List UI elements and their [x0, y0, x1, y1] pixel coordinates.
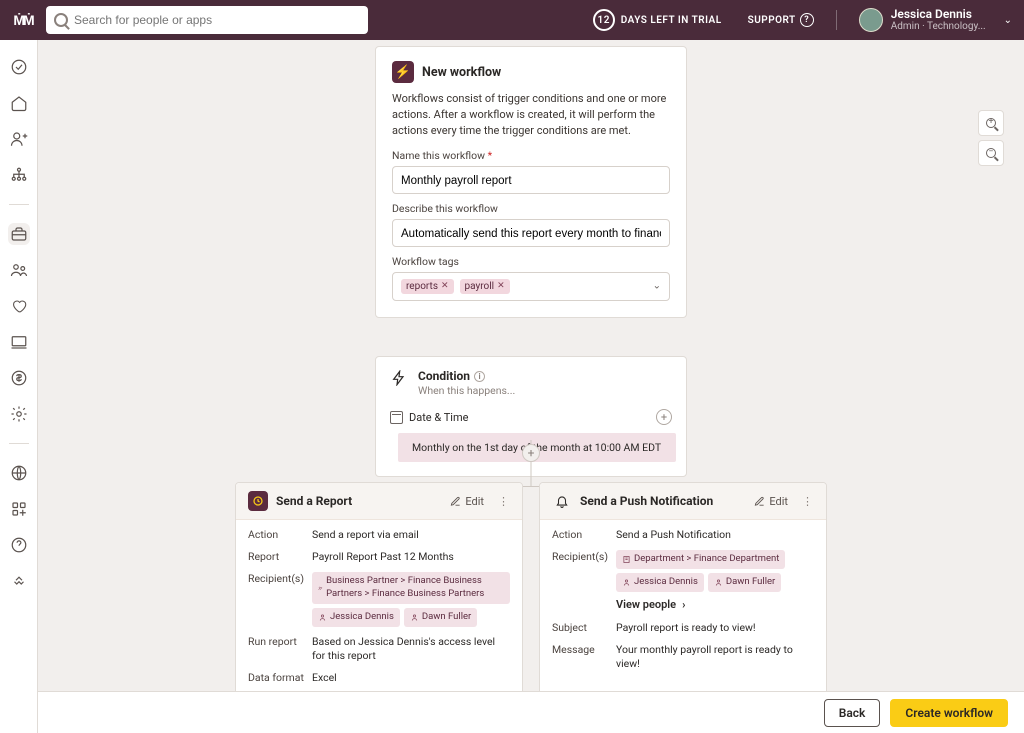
search-box[interactable]	[46, 6, 368, 34]
name-label: Name this workflow *	[392, 149, 670, 162]
value-message: Your monthly payroll report is ready to …	[616, 643, 814, 671]
nav-add-person[interactable]	[8, 128, 30, 150]
add-step-button[interactable]: +	[522, 444, 540, 462]
nav-globe[interactable]	[8, 462, 30, 484]
action-title: Send a Push Notification	[580, 494, 746, 508]
view-people-link[interactable]: View people›	[616, 598, 685, 613]
nav-devices[interactable]	[8, 331, 30, 353]
tags-input[interactable]: reports✕ payroll✕ ⌄	[392, 272, 670, 301]
label-action: Action	[552, 528, 608, 542]
avatar	[859, 8, 883, 32]
chip-person: Dawn Fuller	[708, 573, 781, 592]
nav-briefcase[interactable]	[8, 223, 30, 245]
tag-payroll[interactable]: payroll✕	[460, 279, 510, 294]
desc-label: Describe this workflow	[392, 202, 670, 215]
user-menu[interactable]: Jessica Dennis Admin · Technology... ⌄	[859, 8, 1012, 32]
action-title: Send a Report	[276, 494, 442, 508]
back-button[interactable]: Back	[824, 699, 881, 727]
nav-apps[interactable]	[8, 498, 30, 520]
value-action: Send a Push Notification	[616, 528, 814, 542]
chip-person: Jessica Dennis	[616, 573, 704, 592]
value-report: Payroll Report Past 12 Months	[312, 550, 510, 564]
label-report: Report	[248, 550, 304, 564]
condition-title: Condition i	[418, 369, 485, 383]
label-run: Run report	[248, 635, 304, 663]
nav-heart[interactable]	[8, 295, 30, 317]
label-recipients: Recipient(s)	[248, 572, 304, 626]
chip-person: Jessica Dennis	[312, 608, 400, 627]
condition-subtitle: When this happens...	[418, 384, 515, 397]
value-run: Based on Jessica Dennis's access level f…	[312, 635, 510, 663]
trial-indicator[interactable]: 12 DAYS LEFT IN TRIAL	[593, 9, 722, 31]
workflow-description: Workflows consist of trigger conditions …	[392, 91, 670, 139]
footer: Back Create workflow	[38, 691, 1024, 733]
value-action: Send a report via email	[312, 528, 510, 542]
divider	[836, 10, 837, 30]
nav-help[interactable]	[8, 534, 30, 556]
logo[interactable]: ṀṀ	[12, 9, 34, 31]
nav-home[interactable]	[8, 92, 30, 114]
nav-tasks[interactable]	[8, 56, 30, 78]
more-icon[interactable]: ⋮	[498, 495, 510, 508]
trial-days: 12	[593, 9, 615, 31]
calendar-icon	[390, 411, 403, 424]
remove-tag-icon[interactable]: ✕	[441, 281, 449, 291]
workflow-title: New workflow	[422, 65, 501, 80]
edit-button[interactable]: Edit	[754, 495, 788, 508]
user-role: Admin · Technology...	[891, 21, 986, 32]
nav-handshake[interactable]	[8, 570, 30, 592]
value-format: Excel	[312, 671, 510, 685]
bolt-outline-icon	[390, 369, 408, 387]
chip-group: Department > Finance Department	[616, 550, 785, 569]
label-subject: Subject	[552, 621, 608, 635]
info-icon[interactable]: i	[474, 371, 485, 382]
action-card-push: Send a Push Notification Edit ⋮ Action Se…	[539, 482, 827, 691]
support-link[interactable]: SUPPORT ?	[748, 13, 814, 27]
user-name: Jessica Dennis	[891, 8, 986, 21]
report-icon	[248, 491, 268, 511]
tag-reports[interactable]: reports✕	[401, 279, 454, 294]
label-format: Data format	[248, 671, 304, 685]
workflow-desc-input[interactable]	[401, 228, 661, 240]
search-input[interactable]	[74, 13, 360, 27]
topbar: ṀṀ 12 DAYS LEFT IN TRIAL SUPPORT ? Jessi…	[0, 0, 1024, 40]
sidebar	[0, 40, 38, 733]
bolt-icon: ⚡	[392, 61, 414, 83]
trial-label: DAYS LEFT IN TRIAL	[621, 15, 722, 26]
create-workflow-button[interactable]: Create workflow	[890, 699, 1008, 727]
action-card-report: Send a Report Edit ⋮ Action Send a report…	[235, 482, 523, 691]
nav-finance[interactable]	[8, 367, 30, 389]
more-icon[interactable]: ⋮	[802, 495, 814, 508]
workflow-canvas[interactable]: ⚡ New workflow Workflows consist of trig…	[38, 40, 1024, 691]
nav-people[interactable]	[8, 259, 30, 281]
chevron-down-icon[interactable]: ⌄	[653, 281, 661, 292]
chevron-down-icon: ⌄	[1004, 15, 1012, 26]
nav-org[interactable]	[8, 164, 30, 186]
chip-group: Business Partner > Finance Business Part…	[312, 572, 510, 604]
help-icon: ?	[800, 13, 814, 27]
datetime-label: Date & Time	[409, 411, 468, 424]
chevron-right-icon: ›	[682, 598, 685, 613]
tags-label: Workflow tags	[392, 255, 670, 268]
value-subject: Payroll report is ready to view!	[616, 621, 814, 635]
edit-button[interactable]: Edit	[450, 495, 484, 508]
chip-person: Dawn Fuller	[404, 608, 477, 627]
add-condition-button[interactable]: +	[656, 409, 672, 425]
label-recipients: Recipient(s)	[552, 550, 608, 612]
label-action: Action	[248, 528, 304, 542]
label-message: Message	[552, 643, 608, 671]
search-icon	[54, 13, 68, 27]
workflow-card: ⚡ New workflow Workflows consist of trig…	[375, 46, 687, 318]
bell-icon	[552, 491, 572, 511]
remove-tag-icon[interactable]: ✕	[497, 281, 505, 291]
nav-settings[interactable]	[8, 403, 30, 425]
workflow-name-input[interactable]	[401, 175, 661, 187]
